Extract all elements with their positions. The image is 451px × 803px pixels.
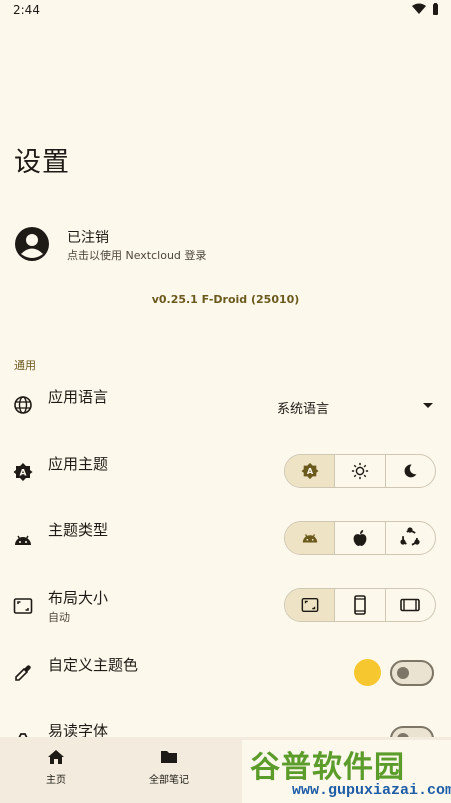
layout-tablet-button[interactable]: [386, 589, 435, 621]
layout-phone-button[interactable]: [335, 589, 386, 621]
account-status: 已注销: [67, 230, 109, 246]
nav-all-notes[interactable]: 全部笔记: [129, 749, 209, 786]
account-login-hint: 点击以使用 Nextcloud 登录: [67, 249, 207, 262]
color-picker-icon: [15, 665, 31, 681]
app-theme-setting-title: 应用主题: [48, 455, 109, 473]
language-dropdown-value: 系统语言: [277, 402, 330, 417]
fit-screen-icon: [13, 598, 33, 614]
android-icon: [302, 534, 317, 543]
theme-type-yaru-button[interactable]: [386, 522, 435, 554]
layout-size-setting-title: 布局大小: [48, 589, 109, 607]
moon-icon: [404, 464, 417, 478]
account-login-row[interactable]: 已注销 点击以使用 Nextcloud 登录: [14, 225, 434, 267]
auto-theme-icon: A: [301, 462, 319, 480]
svg-text:A: A: [20, 469, 27, 479]
theme-auto-button[interactable]: A: [285, 455, 336, 487]
theme-type-cupertino-button[interactable]: [335, 522, 386, 554]
dropdown-arrow-icon: [423, 403, 433, 408]
nav-home[interactable]: 主页: [16, 749, 96, 786]
theme-type-setting-title: 主题类型: [48, 521, 109, 539]
battery-icon: [433, 3, 438, 15]
watermark-text: 谷普软件园: [250, 750, 405, 785]
language-setting-title: 应用语言: [48, 388, 109, 406]
nav-home-label: 主页: [46, 775, 66, 786]
section-general-label: 通用: [14, 359, 36, 372]
app-theme-selector: A: [284, 454, 436, 488]
theme-icon: A: [13, 463, 33, 481]
android-icon: [15, 535, 31, 545]
layout-size-setting-value: 自动: [48, 611, 70, 624]
theme-color-swatch[interactable]: [354, 659, 381, 686]
account-avatar-icon: [15, 227, 49, 261]
fit-screen-icon: [301, 597, 319, 613]
wifi-icon: [412, 3, 426, 14]
apple-icon: [353, 530, 367, 546]
layout-size-selector: [284, 588, 436, 622]
watermark-logo: 谷普软件园 www.gupuxiazai.com: [242, 740, 451, 803]
status-time: 2:44: [13, 3, 40, 17]
page-title: 设置: [14, 147, 70, 178]
phone-icon: [354, 595, 366, 615]
watermark-url: www.gupuxiazai.com: [292, 782, 451, 799]
theme-light-button[interactable]: [335, 455, 386, 487]
layout-auto-button[interactable]: [285, 589, 336, 621]
status-bar: 2:44: [0, 0, 451, 22]
custom-color-setting-title: 自定义主题色: [48, 656, 139, 674]
language-dropdown[interactable]: 系统语言: [277, 397, 435, 417]
nav-all-notes-label: 全部笔记: [149, 775, 189, 786]
tablet-icon: [400, 598, 421, 612]
home-icon: [48, 750, 64, 764]
theme-type-selector: [284, 521, 436, 555]
sun-icon: [351, 462, 369, 480]
globe-icon: [14, 396, 32, 414]
status-icons: [412, 3, 439, 15]
svg-text:A: A: [307, 466, 314, 476]
app-version: v0.25.1 F-Droid (25010): [151, 293, 300, 306]
theme-dark-button[interactable]: [386, 455, 435, 487]
custom-color-switch[interactable]: [390, 660, 434, 686]
ubuntu-icon: [400, 527, 420, 546]
folder-icon: [161, 751, 177, 763]
theme-type-material-button[interactable]: [285, 522, 336, 554]
switch-thumb: [397, 667, 409, 679]
